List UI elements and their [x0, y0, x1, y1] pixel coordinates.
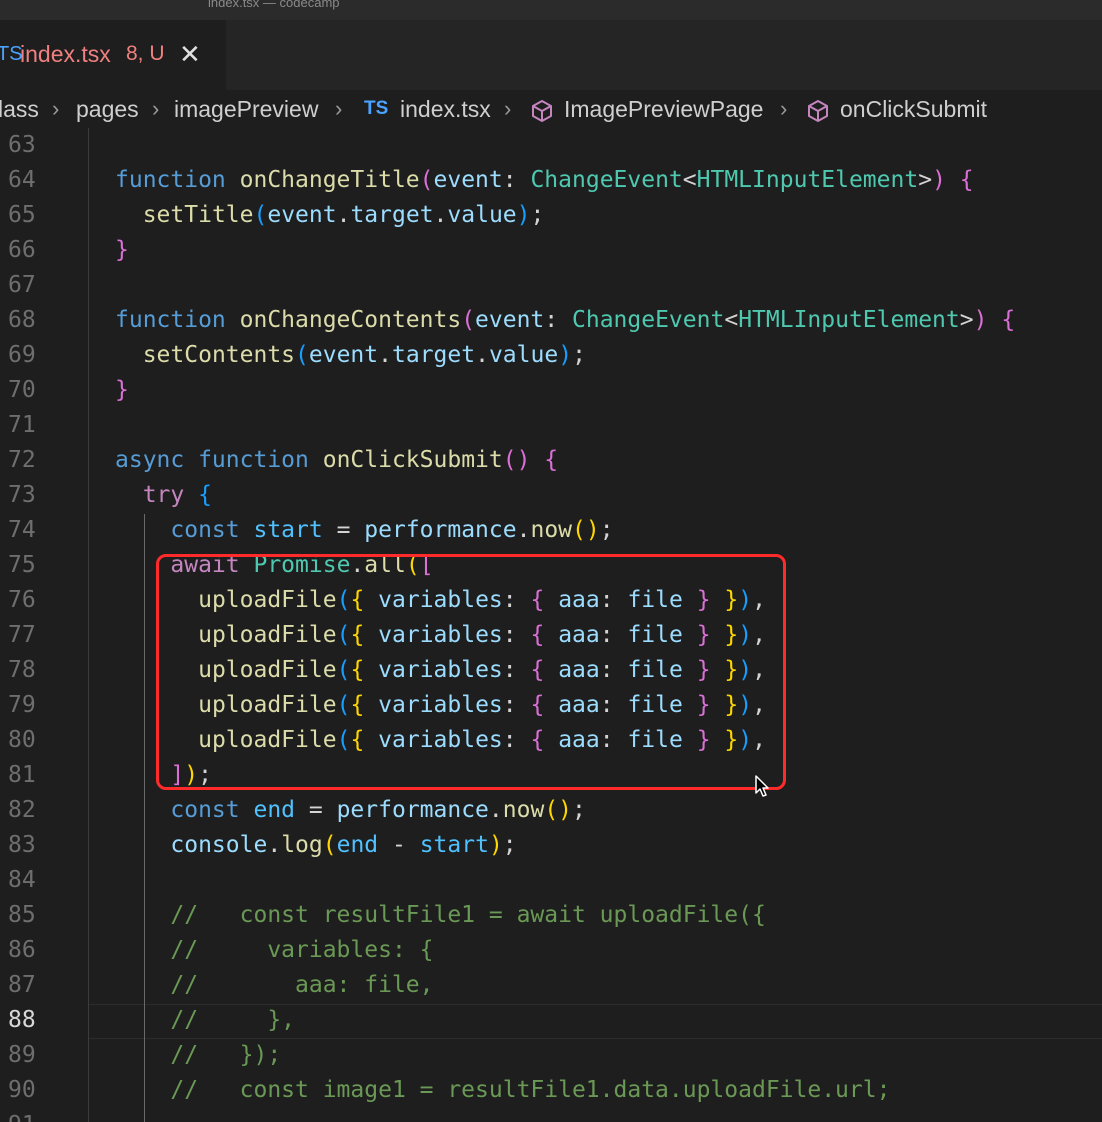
line-number: 72 [8, 447, 36, 473]
code-line[interactable]: 69 setContents(event.target.value); [0, 338, 1102, 373]
code-line[interactable]: 83 console.log(end - start); [0, 828, 1102, 863]
code-editor[interactable]: 63 64 function onChangeTitle(event: Change… [0, 128, 1102, 1122]
line-number: 83 [8, 832, 36, 858]
line-number: 77 [8, 622, 36, 648]
code-text: setTitle(event.target.value); [142, 202, 545, 228]
breadcrumb-item-file[interactable]: index.tsx [400, 90, 491, 128]
code-line[interactable]: 71 [0, 408, 1102, 443]
code-line[interactable]: 86 // variables: { [0, 933, 1102, 968]
code-text: console.log(end - start); [170, 832, 517, 858]
tab-problem-status: 8, U [126, 42, 165, 65]
mouse-pointer-icon [755, 775, 769, 797]
code-line[interactable]: 73 try { [0, 478, 1102, 513]
code-line[interactable]: 74 const start = performance.now(); [0, 513, 1102, 548]
breadcrumb-item-project[interactable]: lass [0, 90, 39, 128]
code-line[interactable]: 68 function onChangeContents(event: Chang… [0, 303, 1102, 338]
breadcrumb-item-component[interactable]: ImagePreviewPage [564, 90, 763, 128]
breadcrumb: lass › pages › imagePreview › TS index.t… [0, 90, 1102, 128]
code-line[interactable]: 89 // }); [0, 1038, 1102, 1073]
tab-index-tsx[interactable]: TS index.tsx 8, U ✕ [0, 20, 226, 90]
code-text: const start = performance.now(); [170, 517, 614, 543]
line-number: 76 [8, 587, 36, 613]
line-number: 68 [8, 307, 36, 333]
line-number: 79 [8, 692, 36, 718]
code-line[interactable]: 84 [0, 863, 1102, 898]
line-number: 65 [8, 202, 36, 228]
code-text: } [115, 237, 129, 263]
code-line[interactable]: 65 setTitle(event.target.value); [0, 198, 1102, 233]
line-number: 69 [8, 342, 36, 368]
line-number: 91 [8, 1108, 36, 1122]
code-line[interactable]: 82 const end = performance.now(); [0, 793, 1102, 828]
code-text: // const image1 = resultFile1.data.uploa… [170, 1077, 891, 1103]
chevron-right-icon: › [52, 96, 60, 121]
code-line[interactable]: 88 // }, [0, 1003, 1102, 1038]
window-title: index.tsx — codecamp [208, 0, 340, 10]
code-line[interactable]: 87 // aaa: file, [0, 968, 1102, 1003]
line-number: 87 [8, 972, 36, 998]
editor-tab-bar: TS index.tsx 8, U ✕ [0, 20, 1102, 90]
window-titlebar: index.tsx — codecamp [0, 0, 1102, 20]
line-number: 89 [8, 1042, 36, 1068]
code-text: // aaa: file, [170, 972, 434, 998]
typescript-file-icon: TS [364, 98, 389, 119]
code-text: async function onClickSubmit() { [115, 447, 559, 473]
code-line[interactable]: 67 [0, 268, 1102, 303]
tab-filename: index.tsx [20, 41, 111, 67]
code-text: setContents(event.target.value); [142, 342, 586, 368]
line-number: 88 [8, 1007, 36, 1033]
close-icon[interactable]: ✕ [179, 20, 201, 88]
chevron-right-icon: › [504, 96, 512, 121]
code-text: const end = performance.now(); [170, 797, 586, 823]
code-text: // const resultFile1 = await uploadFile(… [170, 902, 766, 928]
symbol-method-icon [808, 100, 828, 122]
symbol-class-icon [532, 100, 552, 122]
line-number: 81 [8, 762, 36, 788]
code-line[interactable]: 63 [0, 128, 1102, 163]
code-text: function onChangeTitle(event: ChangeEven… [115, 167, 974, 193]
code-line[interactable]: 66} [0, 233, 1102, 268]
chevron-right-icon: › [152, 96, 160, 121]
line-number: 74 [8, 517, 36, 543]
code-line[interactable]: 70} [0, 373, 1102, 408]
line-number: 80 [8, 727, 36, 753]
line-number: 75 [8, 552, 36, 578]
code-line[interactable]: 85 // const resultFile1 = await uploadFi… [0, 898, 1102, 933]
chevron-right-icon: › [335, 96, 343, 121]
line-number: 84 [8, 867, 36, 893]
code-line[interactable]: 72 async function onClickSubmit() { [0, 443, 1102, 478]
line-number: 66 [8, 237, 36, 263]
chevron-right-icon: › [780, 96, 788, 121]
code-text: } [115, 377, 129, 403]
promise-all-highlight-box [156, 554, 786, 790]
line-number: 78 [8, 657, 36, 683]
line-number: 64 [8, 167, 36, 193]
code-text: function onChangeContents(event: ChangeE… [115, 307, 1016, 333]
line-number: 82 [8, 797, 36, 823]
code-text: // }); [170, 1042, 282, 1068]
code-text: // }, [170, 1007, 296, 1033]
line-number: 90 [8, 1077, 36, 1103]
code-line[interactable]: 91 [0, 1108, 1102, 1122]
line-number: 70 [8, 377, 36, 403]
line-number: 86 [8, 937, 36, 963]
line-number: 63 [8, 132, 36, 158]
code-text: // variables: { [170, 937, 434, 963]
line-number: 85 [8, 902, 36, 928]
breadcrumb-item-function[interactable]: onClickSubmit [840, 90, 987, 128]
breadcrumb-item-imagepreview[interactable]: imagePreview [174, 90, 318, 128]
code-line[interactable]: 64 function onChangeTitle(event: ChangeEv… [0, 163, 1102, 198]
code-text: try { [142, 482, 212, 508]
line-number: 71 [8, 412, 36, 438]
breadcrumb-item-pages[interactable]: pages [76, 90, 139, 128]
code-line[interactable]: 90 // const image1 = resultFile1.data.up… [0, 1073, 1102, 1108]
line-number: 67 [8, 272, 36, 298]
line-number: 73 [8, 482, 36, 508]
